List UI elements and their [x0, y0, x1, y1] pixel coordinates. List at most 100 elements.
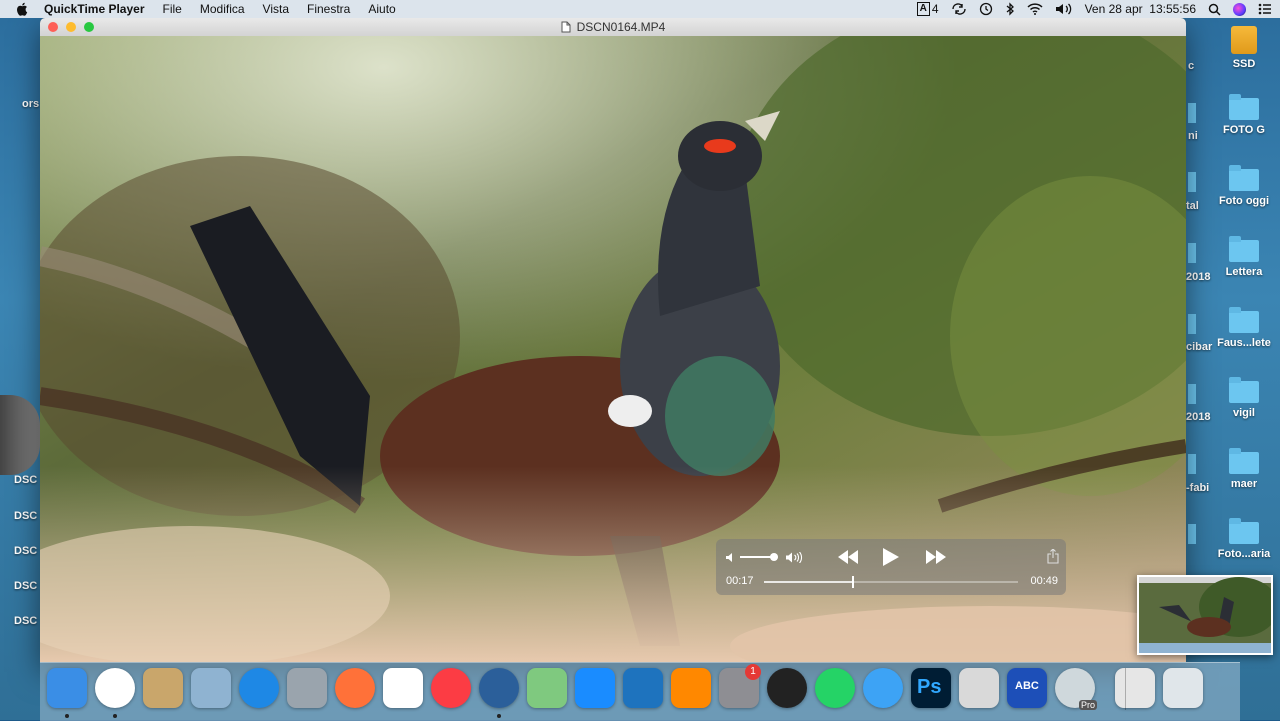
desktop-label-dsc[interactable]: DSC	[14, 510, 37, 522]
time-machine-icon[interactable]	[979, 2, 993, 16]
menu-view[interactable]: Vista	[263, 2, 289, 16]
desktop-icon-ssd[interactable]: SSD	[1209, 26, 1279, 70]
window-title-bar[interactable]: DSCN0164.MP4	[40, 18, 1186, 36]
desktop-icon-folder[interactable]: maer	[1209, 448, 1279, 490]
desktop-label-dsc[interactable]: DSC	[14, 474, 37, 486]
menu-help[interactable]: Aiuto	[368, 2, 395, 16]
volume-max-icon[interactable]	[786, 552, 803, 563]
desktop-label-dsc[interactable]: DSC	[14, 615, 37, 627]
desktop-icon-label: SSD	[1232, 58, 1256, 70]
bluetooth-icon[interactable]	[1005, 2, 1015, 16]
siri-icon[interactable]	[1233, 2, 1246, 16]
clock-datetime[interactable]: Ven 28 apr 13:55:56	[1085, 2, 1196, 16]
sync-icon[interactable]	[951, 3, 967, 15]
volume-slider-knob[interactable]	[770, 553, 779, 561]
quicktime-icon[interactable]	[479, 668, 519, 708]
volume-mute-icon[interactable]	[726, 553, 737, 562]
running-indicator	[497, 714, 501, 718]
volume-icon[interactable]	[1055, 3, 1073, 15]
desktop-icon-folder[interactable]: Foto...aria	[1209, 518, 1279, 560]
play-icon[interactable]	[882, 547, 900, 567]
finder-icon[interactable]	[47, 668, 87, 708]
preview-bird-icon[interactable]	[143, 668, 183, 708]
photos-icon[interactable]	[383, 668, 423, 708]
minimize-button[interactable]	[66, 22, 76, 32]
google-earth-pro-icon[interactable]: Pro	[1055, 668, 1097, 710]
safari-icon[interactable]	[239, 668, 279, 708]
desktop-label-ors[interactable]: ors	[22, 98, 39, 110]
partial-desktop-image	[0, 395, 40, 475]
desktop-cut-label[interactable]: -fabi	[1186, 482, 1209, 494]
firefox-icon[interactable]	[335, 668, 375, 708]
desktop-icon-folder[interactable]: FOTO G	[1209, 94, 1279, 136]
finder-window-icon[interactable]	[1115, 668, 1155, 708]
desktop-label-dsc[interactable]: DSC	[14, 580, 37, 592]
pro-label: Pro	[1078, 700, 1097, 710]
close-button[interactable]	[48, 22, 58, 32]
desktop-icon-folder[interactable]: Lettera	[1209, 236, 1279, 278]
volume-slider-fill	[740, 556, 775, 558]
abc-app-icon[interactable]: ABC	[1007, 668, 1047, 708]
whatsapp-icon[interactable]	[815, 668, 855, 708]
calculator-icon[interactable]	[959, 668, 999, 708]
desktop-label-dsc[interactable]: DSC	[14, 545, 37, 557]
input-source-icon[interactable]: A 4	[916, 2, 939, 16]
current-time: 00:17	[726, 575, 754, 587]
desktop-icon-folder[interactable]: Foto oggi	[1209, 165, 1279, 207]
share-icon[interactable]	[1047, 549, 1059, 564]
folder-icon	[1188, 524, 1196, 544]
video-frame[interactable]: 00:17 00:49	[40, 36, 1186, 662]
fast-forward-icon[interactable]	[926, 550, 946, 564]
zoom-button[interactable]	[84, 22, 94, 32]
folder-icon	[1188, 384, 1196, 404]
messages-icon[interactable]	[863, 668, 903, 708]
window-title: DSCN0164.MP4	[576, 20, 666, 34]
folder-icon	[1188, 454, 1196, 474]
maps-icon[interactable]	[527, 668, 567, 708]
spotlight-search-icon[interactable]	[1208, 3, 1221, 16]
launchpad-icon[interactable]	[287, 668, 327, 708]
screenshot-thumbnail[interactable]	[1137, 575, 1273, 655]
wifi-icon[interactable]	[1027, 3, 1043, 15]
menu-app-name[interactable]: QuickTime Player	[44, 2, 145, 16]
trash-icon[interactable]	[1163, 668, 1203, 708]
desktop-cut-label[interactable]: 2018	[1186, 271, 1210, 283]
running-indicator	[65, 714, 69, 718]
desktop-icon-folder[interactable]: vigil	[1209, 377, 1279, 419]
document-icon[interactable]	[561, 21, 571, 33]
desktop-icon-label: vigil	[1232, 407, 1255, 419]
rewind-icon[interactable]	[838, 550, 858, 564]
desktop-icon-label: Foto...aria	[1217, 548, 1271, 560]
folder-icon	[1229, 448, 1259, 474]
word-w-icon[interactable]	[623, 668, 663, 708]
volume-slider[interactable]	[740, 553, 779, 561]
app-store-icon[interactable]	[575, 668, 615, 708]
folder-icon	[1229, 377, 1259, 403]
image-capture-icon[interactable]	[191, 668, 231, 708]
thumbnail-image	[1139, 577, 1271, 653]
desktop-cut-label[interactable]: tal	[1186, 200, 1199, 212]
desktop-cut-label[interactable]: 2018	[1186, 411, 1210, 423]
camera-lens-icon[interactable]	[767, 668, 807, 708]
scrubber-progress	[764, 581, 853, 583]
apple-icon[interactable]	[14, 1, 30, 17]
vlc-icon[interactable]	[671, 668, 711, 708]
menu-edit[interactable]: Modifica	[200, 2, 245, 16]
chrome-icon[interactable]	[95, 668, 135, 708]
playhead[interactable]	[851, 576, 854, 588]
notification-badge: 1	[745, 664, 761, 680]
system-preferences-icon[interactable]: 1	[719, 664, 761, 708]
folder-icon	[1229, 165, 1259, 191]
scrubber-bar[interactable]	[764, 576, 1018, 588]
desktop-cut-label[interactable]: ni	[1188, 130, 1198, 142]
desktop-icon-folder[interactable]: Faus...lete	[1209, 307, 1279, 349]
desktop-cut-label[interactable]: c	[1188, 60, 1194, 72]
music-icon[interactable]	[431, 668, 471, 708]
photoshop-icon[interactable]: Ps	[911, 668, 951, 708]
menu-file[interactable]: File	[163, 2, 182, 16]
folder-icon	[1188, 243, 1196, 263]
menu-window[interactable]: Finestra	[307, 2, 350, 16]
desktop-cut-label[interactable]: cibar	[1186, 341, 1212, 353]
menu-bar: QuickTime Player File Modifica Vista Fin…	[0, 0, 1280, 18]
notification-center-icon[interactable]	[1258, 3, 1272, 15]
